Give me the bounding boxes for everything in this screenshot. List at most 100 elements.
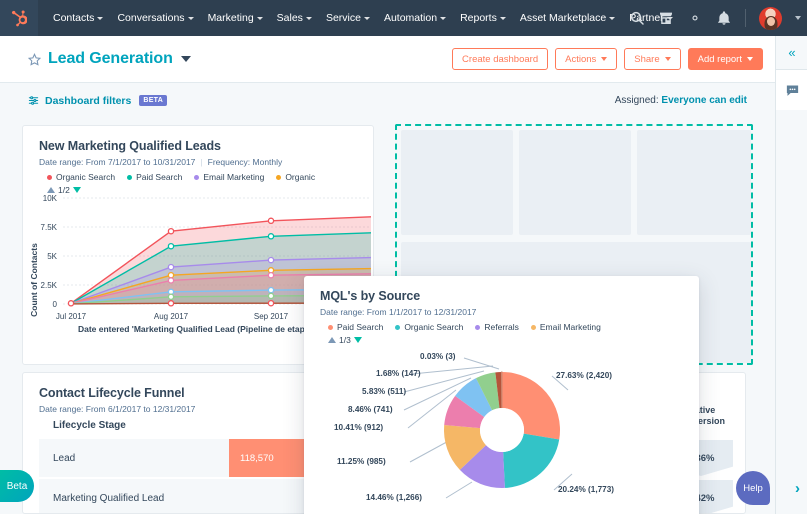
chevron-down-icon: [257, 17, 263, 20]
chevron-down-icon: [306, 17, 312, 20]
legend-item[interactable]: Organic Search: [47, 172, 115, 182]
chat-bubble-icon: [785, 83, 800, 98]
legend-item[interactable]: Paid Search: [328, 322, 383, 332]
legend-item[interactable]: Organic: [276, 172, 315, 182]
page-title[interactable]: Lead Generation: [48, 50, 173, 68]
placeholder-card: [637, 130, 751, 235]
y-axis-label: Count of Contacts: [29, 243, 39, 317]
funnel-stage-name: Marketing Qualified Lead: [39, 479, 229, 514]
collapse-sidebar-button[interactable]: «: [776, 36, 807, 70]
legend-color-dot: [47, 175, 52, 180]
chevron-down-icon: [364, 17, 370, 20]
nav-label: Conversations: [117, 12, 184, 24]
button-label: Add report: [698, 54, 742, 65]
legend-color-dot: [127, 175, 132, 180]
legend-item[interactable]: Paid Search: [127, 172, 182, 182]
chat-button[interactable]: [776, 70, 807, 110]
svg-text:Aug 2017: Aug 2017: [154, 312, 189, 321]
legend-color-dot: [276, 175, 281, 180]
legend-label: Email Marketing: [540, 322, 601, 332]
beta-badge: BETA: [139, 95, 167, 106]
chevron-down-icon: [440, 17, 446, 20]
filter-sliders-icon: [28, 95, 39, 106]
button-label: Create dashboard: [462, 54, 538, 65]
nav-label: Marketing: [208, 12, 254, 24]
chevron-down-icon[interactable]: [181, 56, 191, 62]
svg-text:2.5K: 2.5K: [41, 281, 58, 290]
notifications-bell-icon[interactable]: [716, 10, 732, 26]
search-icon[interactable]: [629, 10, 645, 26]
nav-item-contacts[interactable]: Contacts: [46, 12, 110, 24]
beta-feedback-tab[interactable]: Beta: [0, 470, 34, 502]
nav-item-marketing[interactable]: Marketing: [201, 12, 270, 24]
card-subtitle: Date range: From 7/1/2017 to 10/31/2017 |…: [39, 157, 373, 167]
share-button[interactable]: Share: [624, 48, 680, 70]
nav-label: Sales: [277, 12, 303, 24]
nav-item-asset-marketplace[interactable]: Asset Marketplace: [513, 12, 622, 24]
gear-icon[interactable]: [687, 10, 703, 26]
star-icon[interactable]: [28, 53, 41, 66]
legend-item[interactable]: Email Marketing: [531, 322, 601, 332]
button-label: Actions: [565, 54, 596, 65]
hubspot-sprocket-logo-icon: [11, 9, 27, 27]
main-nav-items: Contacts Conversations Marketing Sales S…: [46, 12, 680, 24]
add-report-button[interactable]: Add report: [688, 48, 763, 70]
chart-legend: Organic Search Paid Search Email Marketi…: [47, 172, 373, 182]
nav-item-automation[interactable]: Automation: [377, 12, 453, 24]
help-button[interactable]: Help: [736, 471, 770, 505]
frequency-text: Frequency: Monthly: [208, 157, 283, 167]
svg-text:Sep 2017: Sep 2017: [254, 312, 289, 321]
date-range-text: Date range: From 1/1/2017 to 12/31/2017: [320, 307, 699, 317]
chevron-down-icon: [97, 17, 103, 20]
legend-item[interactable]: Email Marketing: [194, 172, 264, 182]
legend-label: Email Marketing: [203, 172, 264, 182]
chevron-down-icon[interactable]: [795, 16, 801, 20]
avatar[interactable]: [759, 7, 782, 30]
create-dashboard-button[interactable]: Create dashboard: [452, 48, 548, 70]
report-popup-mqls-by-source[interactable]: MQL's by Source Date range: From 1/1/201…: [304, 276, 699, 514]
dashboard-filters-toggle[interactable]: Dashboard filters BETA: [28, 95, 167, 107]
assigned-label: Assigned:: [615, 95, 659, 106]
chevron-right-icon[interactable]: ›: [795, 480, 800, 497]
nav-item-reports[interactable]: Reports: [453, 12, 513, 24]
actions-button[interactable]: Actions: [555, 48, 617, 70]
nav-label: Contacts: [53, 12, 94, 24]
dashboard-canvas: New Marketing Qualified Leads Date range…: [0, 118, 775, 514]
legend-item[interactable]: Referrals: [475, 322, 518, 332]
legend-color-dot: [194, 175, 199, 180]
subtitle-divider: |: [200, 157, 202, 167]
funnel-stage-name: Lead: [39, 439, 229, 477]
pie-slice-label: 11.25% (985): [337, 457, 386, 466]
nav-label: Reports: [460, 12, 497, 24]
date-range-text: Date range: From 7/1/2017 to 10/31/2017: [39, 157, 195, 167]
legend-label: Referrals: [484, 322, 518, 332]
hubspot-logo[interactable]: [0, 0, 38, 36]
double-chevron-left-icon: «: [788, 46, 795, 59]
top-navigation-bar: Contacts Conversations Marketing Sales S…: [0, 0, 807, 36]
button-label: Share: [634, 54, 659, 65]
legend-label: Paid Search: [337, 322, 383, 332]
pie-slice-label: 14.46% (1,266): [366, 493, 422, 502]
nav-item-service[interactable]: Service: [319, 12, 377, 24]
pie-slice-label: 0.03% (3): [420, 352, 456, 361]
marketplace-icon[interactable]: [658, 10, 674, 26]
nav-label: Asset Marketplace: [520, 12, 606, 24]
right-sidebar: «: [775, 36, 807, 514]
card-title: New Marketing Qualified Leads: [39, 139, 373, 153]
header-action-buttons: Create dashboard Actions Share Add repor…: [452, 48, 763, 70]
pie-slice-label: 5.83% (511): [362, 387, 406, 396]
legend-label: Organic Search: [404, 322, 463, 332]
svg-text:Jul 2017: Jul 2017: [56, 312, 87, 321]
legend-item[interactable]: Organic Search: [395, 322, 463, 332]
legend-color-dot: [475, 325, 480, 330]
nav-item-conversations[interactable]: Conversations: [110, 12, 200, 24]
nav-item-sales[interactable]: Sales: [270, 12, 319, 24]
page-header: Lead Generation Create dashboard Actions…: [0, 36, 775, 83]
legend-color-dot: [395, 325, 400, 330]
popup-title: MQL's by Source: [320, 289, 699, 303]
placeholder-card: [401, 130, 513, 235]
chevron-down-icon: [747, 57, 753, 61]
svg-text:10K: 10K: [43, 194, 58, 203]
assigned-value-link[interactable]: Everyone can edit: [661, 95, 747, 106]
svg-text:0: 0: [53, 300, 58, 309]
